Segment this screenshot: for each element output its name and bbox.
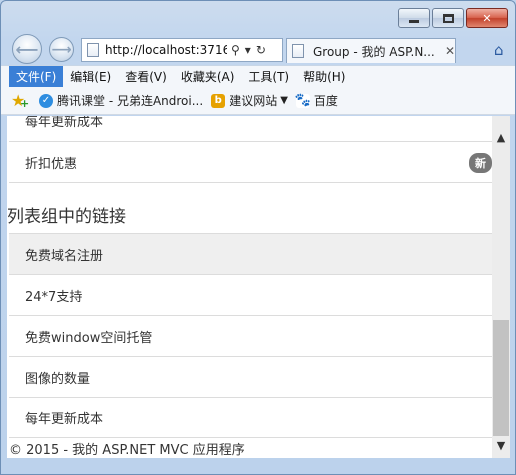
list-item-label: 每年更新成本 [25,116,104,130]
link-item[interactable]: 图像的数量 [9,356,492,397]
tencent-classroom-icon: ✓ [39,93,53,108]
back-button[interactable]: ⟵ [12,34,42,64]
close-icon: ✕ [482,11,492,25]
baidu-paw-icon: 🐾 [294,93,311,108]
menu-favorites[interactable]: 收藏夹(A) [174,66,242,88]
home-icon[interactable]: ⌂ [494,42,510,58]
add-favorite-star-icon[interactable]: ★ + [11,91,31,110]
vertical-scrollbar[interactable]: ▲ ▼ [492,116,510,460]
browser-window: ✕ ⟵ ⟶ http://localhost:3716 ⚲ ▾ ↻ Group … [0,0,516,475]
scrollbar-thumb[interactable] [493,320,509,436]
close-button[interactable]: ✕ [466,8,508,28]
link-item-label: 免费window空间托管 [25,330,153,346]
favorite-link-baidu[interactable]: 🐾 百度 [294,92,338,109]
favorites-bar: ★ + ✓ 腾讯课堂 - 兄弟连Androi... b 建议网站 ▼ 🐾 百度 [1,87,515,115]
link-item-label: 免费域名注册 [25,248,104,264]
back-arrow-icon: ⟵ [15,39,39,59]
link-item[interactable]: 免费window空间托管 [9,315,492,356]
link-item[interactable]: 每年更新成本 [9,397,492,438]
favorite-link-label: 腾讯课堂 - 兄弟连Androi... [57,94,204,108]
address-dropdown-icon[interactable]: ▾ [245,43,251,57]
menu-help[interactable]: 帮助(H) [296,66,352,88]
forward-arrow-icon: ⟶ [51,41,72,58]
search-icon[interactable]: ⚲ [231,43,240,57]
section-heading: 列表组中的链接 [7,207,126,227]
menu-edit[interactable]: 编辑(E) [63,66,118,88]
menu-file[interactable]: 文件(F) [9,65,64,88]
favorite-link-tencent[interactable]: ✓ 腾讯课堂 - 兄弟连Androi... [39,92,203,109]
favorite-link-suggested-sites[interactable]: b 建议网站 ▼ [211,92,288,109]
window-caption-buttons: ✕ [398,8,508,28]
maximize-button[interactable] [432,8,464,28]
link-item[interactable]: 免费域名注册 [9,233,492,274]
bing-icon: b [211,93,226,108]
page-content: 每年更新成本 折扣优惠 新 列表组中的链接 免费域名注册 24*7支持 免费wi… [7,116,492,460]
list-item-label: 折扣优惠 [25,156,78,172]
page-icon [87,43,99,57]
maximize-icon [442,13,454,23]
page-footer: © 2015 - 我的 ASP.NET MVC 应用程序 [9,443,245,458]
tab-active[interactable]: Group - 我的 ASP.N... ✕ [286,38,456,63]
tab-page-icon [292,44,304,58]
tab-close-icon[interactable]: ✕ [445,44,455,58]
scroll-up-icon[interactable]: ▲ [492,128,510,146]
favorite-link-label: 百度 [313,94,338,108]
address-bar[interactable]: http://localhost:3716 ⚲ ▾ ↻ [81,38,283,62]
tab-title: Group - 我的 ASP.N... [313,44,435,59]
link-item[interactable]: 24*7支持 [9,274,492,315]
address-input[interactable]: http://localhost:3716 [105,43,227,57]
menu-bar: 文件(F) 编辑(E) 查看(V) 收藏夹(A) 工具(T) 帮助(H) [1,65,515,88]
favorite-link-label: 建议网站 [229,94,278,108]
link-item-label: 图像的数量 [25,371,91,387]
list-item[interactable]: 每年更新成本 [9,116,492,141]
forward-button[interactable]: ⟶ [49,37,74,62]
list-item[interactable]: 折扣优惠 新 [9,141,492,182]
refresh-icon[interactable]: ↻ [256,43,266,57]
navigation-bar: ⟵ ⟶ http://localhost:3716 ⚲ ▾ ↻ Group - … [1,31,515,65]
link-item-label: 24*7支持 [25,289,83,305]
menu-view[interactable]: 查看(V) [118,66,174,88]
minimize-button[interactable] [398,8,430,28]
list-bottom-border [9,182,492,183]
new-badge: 新 [469,153,492,173]
minimize-icon [409,20,419,23]
link-item-label: 每年更新成本 [25,412,104,427]
scroll-down-icon[interactable]: ▼ [492,436,510,454]
chevron-down-icon[interactable]: ▼ [280,95,288,106]
menu-tools[interactable]: 工具(T) [241,66,296,88]
status-bar [1,458,515,474]
